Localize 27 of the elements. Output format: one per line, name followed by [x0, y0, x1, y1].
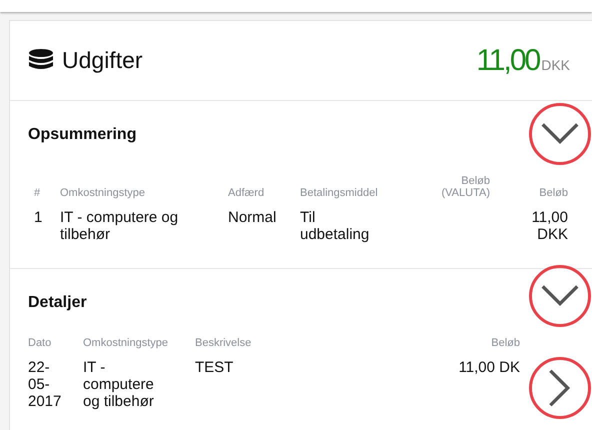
table-cell-text: 11,00 DK: [458, 359, 520, 378]
table-cell-text: IT - computere og tilbehør: [83, 359, 155, 410]
table-cell-text: Til udbetaling: [300, 209, 370, 243]
open-button[interactable]: [529, 357, 591, 419]
column-header: Omkostningstype: [83, 337, 169, 349]
column-header: Betalingsmiddel: [300, 187, 379, 199]
currency-label: DKK: [541, 56, 570, 75]
table-cell-text: 1: [34, 209, 44, 228]
column-header: Beløb: [490, 337, 520, 349]
column-header: Adfærd: [228, 187, 266, 199]
table-cell-text: Normal: [228, 209, 278, 228]
section-title: Detaljer: [28, 294, 87, 311]
expand-button[interactable]: [529, 103, 591, 165]
column-header: #: [34, 187, 42, 199]
table-cell-text: TEST: [195, 359, 234, 378]
table-cell-text: 22-05-2017: [28, 359, 62, 410]
column-header: Beløb: [538, 187, 568, 199]
column-header: Omkostningstype: [60, 187, 146, 199]
section-title: Opsummering: [28, 126, 136, 143]
expand-button[interactable]: [529, 265, 591, 327]
card-title: Udgifter: [62, 46, 143, 76]
column-header: Beløb (VALUTA): [440, 175, 491, 199]
column-header: Beskrivelse: [195, 337, 252, 349]
table-cell-text: 11,00 DKK: [530, 209, 568, 243]
column-header: Dato: [28, 337, 52, 349]
total-amount: 11,00: [476, 43, 540, 79]
table-cell-text: IT - computere og tilbehør: [60, 209, 180, 243]
